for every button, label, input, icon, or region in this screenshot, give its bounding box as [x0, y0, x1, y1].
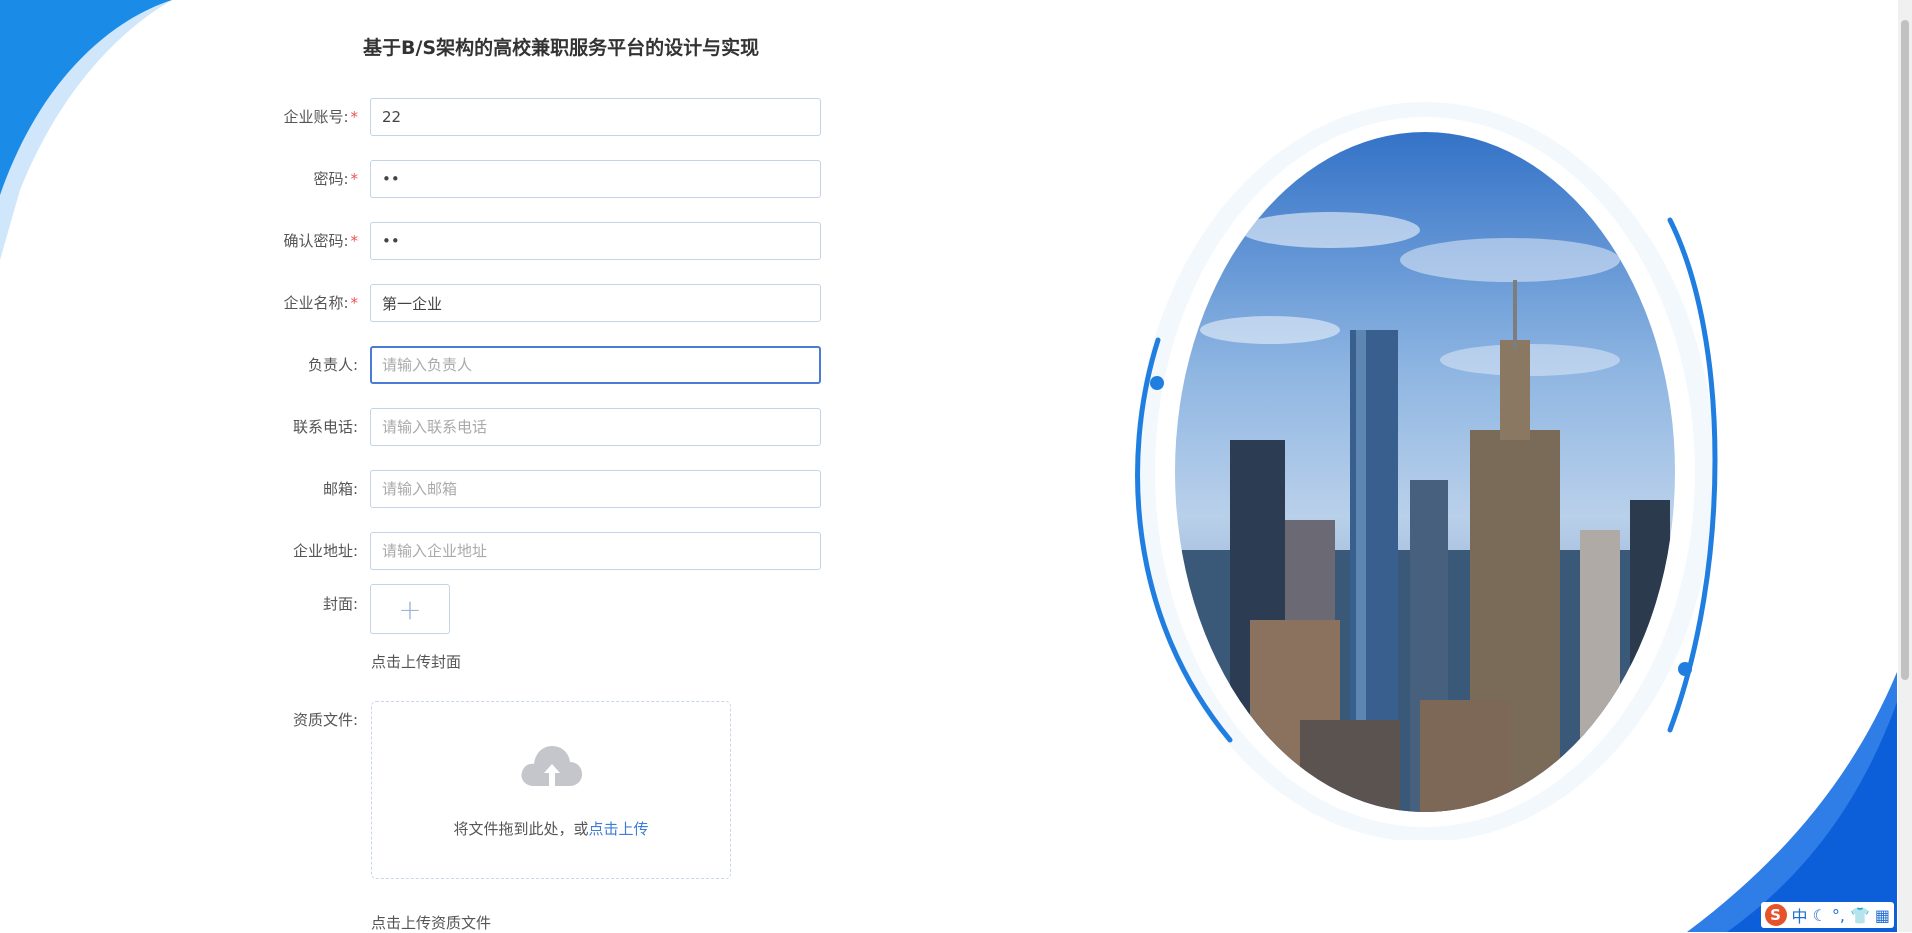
- confirm-password-input[interactable]: [370, 222, 821, 260]
- ime-mode-label[interactable]: 中: [1792, 903, 1808, 927]
- field-label-text: 企业地址:: [292, 542, 358, 560]
- click-upload-link[interactable]: 点击上传: [589, 820, 649, 838]
- required-mark: *: [350, 232, 359, 250]
- cover-upload-button[interactable]: +: [370, 584, 450, 634]
- company-address-label: 企业地址:: [270, 531, 358, 571]
- punctuation-icon[interactable]: °,: [1832, 906, 1845, 925]
- phone-label: 联系电话:: [270, 407, 358, 447]
- email-input[interactable]: [370, 470, 821, 508]
- required-mark: *: [350, 170, 359, 188]
- password-input[interactable]: [370, 160, 821, 198]
- field-label-text: 联系电话:: [292, 418, 358, 436]
- grid-icon[interactable]: ▦: [1875, 906, 1890, 925]
- required-mark: *: [350, 108, 359, 126]
- phone-input[interactable]: [370, 408, 821, 446]
- company-address-input[interactable]: [370, 532, 821, 570]
- file-drop-zone[interactable]: 将文件拖到此处，或点击上传: [371, 701, 731, 879]
- vertical-scrollbar[interactable]: [1898, 0, 1912, 932]
- required-mark: *: [350, 294, 359, 312]
- company-account-input[interactable]: [370, 98, 821, 136]
- drop-zone-text: 将文件拖到此处，或点击上传: [372, 818, 730, 839]
- moon-icon[interactable]: ☾: [1813, 906, 1827, 925]
- sogou-logo-icon: S: [1764, 904, 1787, 926]
- cover-label: 封面:: [322, 595, 358, 613]
- page-title: 基于B/S架构的高校兼职服务平台的设计与实现: [363, 37, 760, 59]
- plus-icon: +: [398, 592, 422, 626]
- top-left-decoration: [0, 0, 172, 260]
- shirt-icon[interactable]: 👕: [1850, 906, 1870, 925]
- drop-text: 将文件拖到此处，或: [453, 820, 589, 838]
- company-name-input[interactable]: [370, 284, 821, 322]
- qualification-hint: 点击上传资质文件: [371, 914, 492, 932]
- field-label-text: 企业账号:: [283, 108, 349, 126]
- company-name-label: 企业名称: *: [270, 283, 358, 323]
- confirm-password-label: 确认密码: *: [270, 221, 358, 261]
- city-skyline-illustration: [1135, 102, 1718, 840]
- contact-person-input[interactable]: [370, 346, 821, 384]
- cloud-upload-icon: [521, 746, 583, 786]
- qualification-label: 资质文件:: [292, 711, 358, 729]
- field-label-text: 负责人:: [307, 356, 358, 374]
- contact-person-label: 负责人:: [270, 345, 358, 385]
- scrollbar-thumb[interactable]: [1901, 20, 1909, 680]
- field-label-text: 邮箱:: [322, 480, 358, 498]
- field-label-text: 企业名称:: [283, 294, 349, 312]
- ime-toolbar[interactable]: S 中 ☾ °, 👕 ▦: [1760, 902, 1894, 928]
- cover-hint: 点击上传封面: [371, 653, 462, 671]
- password-label: 密码: *: [270, 159, 358, 199]
- field-label-text: 密码:: [313, 170, 349, 188]
- field-label-text: 确认密码:: [283, 232, 349, 250]
- email-label: 邮箱:: [270, 469, 358, 509]
- company-account-label: 企业账号: *: [270, 97, 358, 137]
